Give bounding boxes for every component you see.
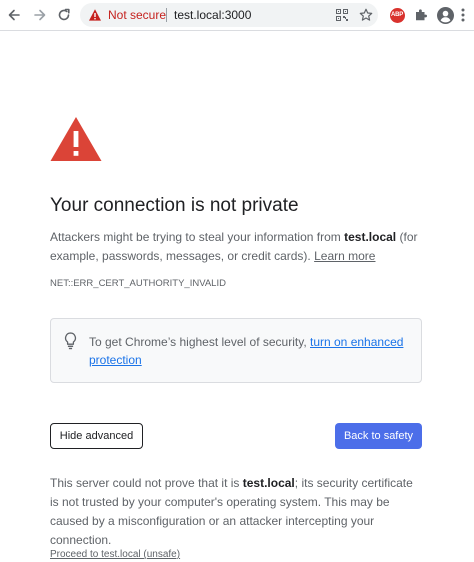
- enhanced-protection-message: To get Chrome’s highest level of securit…: [89, 335, 310, 349]
- danger-triangle-icon: [50, 117, 102, 161]
- profile-avatar-icon: [436, 6, 454, 24]
- enhanced-protection-box: To get Chrome’s highest level of securit…: [50, 318, 422, 383]
- browser-toolbar: Not secure test.local:3000 ABP: [0, 0, 474, 31]
- error-code[interactable]: NET::ERR_CERT_AUTHORITY_INVALID: [50, 278, 226, 290]
- forward-button[interactable]: [29, 4, 51, 26]
- reload-icon: [58, 8, 70, 21]
- bookmark-star-button[interactable]: [358, 7, 374, 23]
- qr-code-button[interactable]: [334, 7, 350, 23]
- star-icon: [359, 8, 373, 21]
- url-text[interactable]: test.local:3000: [174, 8, 251, 22]
- qr-code-icon: [336, 9, 348, 21]
- forward-arrow-icon: [34, 9, 46, 21]
- omnibox-divider: [166, 8, 167, 22]
- menu-button[interactable]: [455, 4, 471, 26]
- back-button[interactable]: [3, 4, 25, 26]
- not-secure-label[interactable]: Not secure: [108, 8, 166, 22]
- hide-advanced-button[interactable]: Hide advanced: [50, 423, 143, 449]
- address-bar[interactable]: Not secure test.local:3000: [80, 3, 378, 27]
- proceed-unsafe-link[interactable]: Proceed to test.local (unsafe): [50, 548, 180, 561]
- details-text: This server could not prove that it is: [50, 476, 243, 490]
- main-message: Attackers might be trying to steal your …: [50, 228, 422, 266]
- page-title: Your connection is not private: [50, 195, 299, 216]
- main-message-host: test.local: [344, 230, 397, 244]
- back-to-safety-button[interactable]: Back to safety: [335, 423, 422, 449]
- enhanced-protection-text: To get Chrome’s highest level of securit…: [89, 333, 409, 369]
- adblock-plus-button[interactable]: ABP: [387, 5, 407, 25]
- adblock-plus-icon: ABP: [389, 7, 405, 23]
- extensions-button[interactable]: [411, 5, 431, 25]
- reload-button[interactable]: [53, 4, 75, 26]
- more-vertical-icon: [461, 8, 465, 22]
- lightbulb-icon: [64, 332, 77, 350]
- details-message: This server could not prove that it is t…: [50, 474, 422, 550]
- main-message-text: Attackers might be trying to steal your …: [50, 230, 345, 244]
- back-arrow-icon: [8, 9, 20, 21]
- learn-more-link[interactable]: Learn more: [314, 249, 375, 263]
- extensions-puzzle-icon: [416, 9, 427, 21]
- profile-button[interactable]: [435, 5, 455, 25]
- warning-triangle-icon[interactable]: [88, 8, 102, 22]
- details-host: test.local: [242, 476, 295, 490]
